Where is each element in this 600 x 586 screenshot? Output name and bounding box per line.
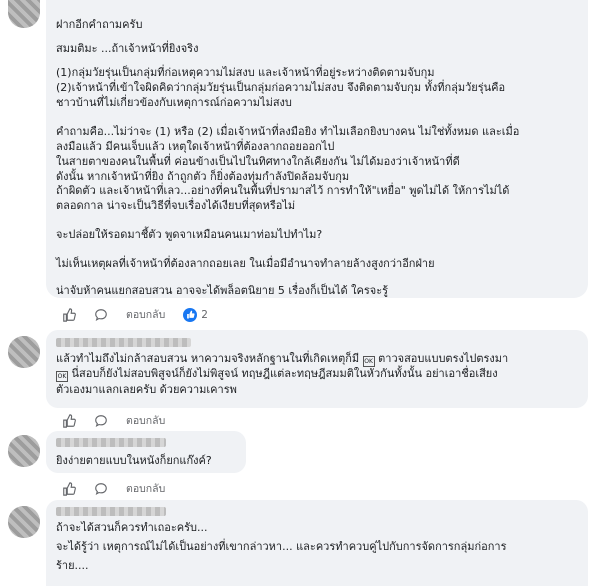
comment-text-line: น่าจับห้าคนแยกสอบสวน อาจจะได้พล็อตนิยาย … [56,284,389,297]
comment-text-line: ลงมือแล้ว มีคนเจ็บแล้ว เหตุใดเจ้าหน้าที่… [56,140,335,153]
avatar[interactable] [8,0,40,28]
thumbs-up-icon[interactable] [62,307,76,322]
comment-text-line: ถ้าผิดตัว และเจ้าหน้าที่เลว...อย่างที่คน… [56,184,510,197]
comment-text-line: OK นี่สอบก็ยังไม่สอบพิสูจน์ก็ยังไม่พิสูจ… [56,367,498,382]
reply-button[interactable]: ตอบกลับ [126,480,165,497]
comment-text-segment: นี่สอบก็ยังไม่สอบพิสูจน์ก็ยังไม่พิสูจน์ … [71,367,498,380]
comment-text-line: ชาวบ้านที่ไม่เกี่ยวข้องกับเหตุการณ์ก่อคว… [56,96,292,109]
comment-text-line: จะได้รู้ว่า เหตุการณ์ไม่ได้เป็นอย่างที่เ… [56,540,507,553]
commenter-name[interactable] [56,507,166,516]
comment-text-line: ร้าย.... [56,559,89,572]
emoji-box-icon: OK [56,371,68,382]
speech-bubble-icon[interactable] [94,482,108,496]
comment-text-line: (1)กลุ่มวัยรุ่นเป็นกลุ่มที่ก่อเหตุความไม… [56,66,435,79]
speech-bubble-icon[interactable] [94,308,108,322]
reply-button[interactable]: ตอบกลับ [126,412,165,429]
thumbs-up-icon[interactable] [62,481,76,496]
comment-text-line: ฝากอีกคำถามครับ [56,18,143,31]
comment-text-line: ตัวเองมาแลกเลยครับ ด้วยความเคารพ [56,383,237,396]
like-reaction-icon [183,307,198,322]
comment-text-line: ตลอดกาล น่าจะเป็นวิธีที่จบเรื่องได้เงียบ… [56,199,296,212]
comment-text-line: สมมติมะ ...ถ้าเจ้าหน้าที่ยิงจริง [56,42,199,55]
avatar[interactable] [8,435,40,467]
reaction-count[interactable]: 2 [183,307,208,322]
commenter-name[interactable] [56,338,191,347]
like-count: 2 [201,308,208,321]
commenter-name[interactable] [56,438,166,447]
comment-text-line: จะปล่อยให้รอดมาชี้ตัว พูดจาเหมือนคนเมาท่… [56,228,323,241]
comment-text-line: แล้วทำไมถึงไม่กล้าสอบสวน หาความจริงหลักฐ… [56,352,508,367]
comment-text-line: ไม่เห็นเหตุผลที่เจ้าหน้าที่ต้องลากถอยเลย… [56,257,435,270]
emoji-box-icon: OK [362,356,375,367]
comment-text-line: ดังนั้น หากเจ้าหน้าที่ยิง ถ้าถูกตัว ก็ยิ… [56,170,350,183]
avatar[interactable] [8,336,40,368]
comment-text-line: ถ้าจะได้สวนก็ควรทำเถอะครับ... [56,521,208,534]
comment-text-line: ในสายตาของคนในพื้นที่ ค่อนข้างเป็นไปในทิ… [56,155,460,168]
comment-text-line: (2)เจ้าหน้าที่เข้าใจผิดคิดว่ากลุ่มวัยรุ่… [56,81,506,94]
comment-actions: ตอบกลับ 2 [62,306,208,323]
thumbs-up-icon[interactable] [62,413,76,428]
speech-bubble-icon[interactable] [94,414,108,428]
comment-text-line: คำถามคือ...ไม่ว่าจะ (1) หรือ (2) เมื่อเจ… [56,125,520,138]
comment-actions: ตอบกลับ [62,412,165,429]
comment-actions: ตอบกลับ [62,480,165,497]
comment-text-segment: ตาวจสอบแบบตรงไปตรงมา [378,352,509,365]
comment-text-line: ยิงง่ายตายแบบในหนังก็ยกแก๊งค์? [56,454,212,467]
comment-text-segment: แล้วทำไมถึงไม่กล้าสอบสวน หาความจริงหลักฐ… [56,352,360,365]
reply-button[interactable]: ตอบกลับ [126,306,165,323]
avatar[interactable] [8,506,40,538]
